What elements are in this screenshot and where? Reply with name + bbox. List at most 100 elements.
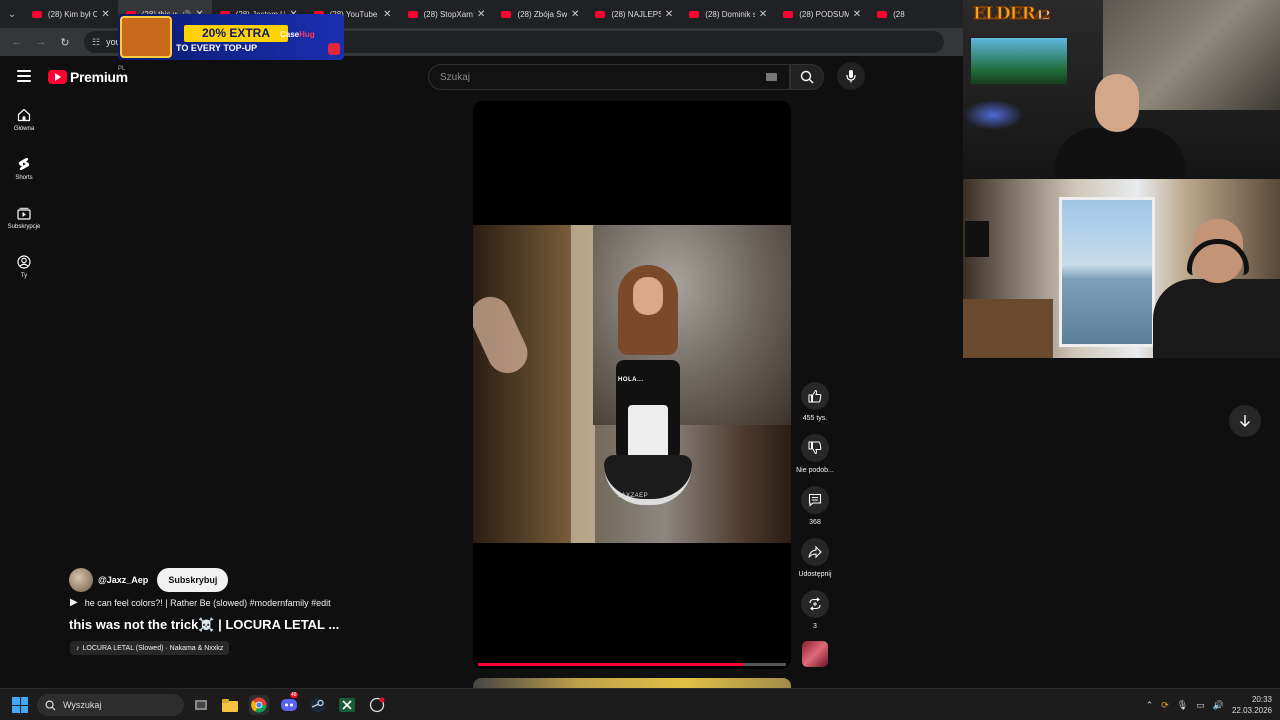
dislike-label: Nie podob... (796, 467, 834, 474)
system-tray: ⌃ ⟳ 🎙 ▭ 🔊 20:33 22.03.2026 (1146, 693, 1272, 717)
close-tab-icon[interactable]: ✕ (571, 9, 579, 20)
shorts-actions: 455 tys. Nie podob... 368 Udostępnij 3 (793, 382, 837, 642)
excel-icon[interactable] (337, 695, 357, 715)
comments-action[interactable]: 368 (793, 486, 837, 538)
remix-action[interactable]: 3 (793, 590, 837, 642)
close-tab-icon[interactable]: ✕ (665, 9, 673, 20)
site-info-icon[interactable]: ☷ (92, 37, 100, 48)
discord-icon[interactable]: 48 (279, 692, 299, 715)
microphone-icon (846, 70, 856, 83)
youtube-favicon-icon (595, 10, 606, 18)
close-tab-icon[interactable]: ✕ (759, 9, 767, 20)
comment-icon (808, 493, 822, 507)
menu-icon[interactable] (17, 70, 31, 82)
youtube-favicon-icon (877, 10, 888, 18)
browser-tab[interactable]: (28) StopXam I ✕ (400, 0, 494, 28)
youtube-favicon-icon (31, 10, 42, 18)
microphone-icon[interactable]: 🎙 (1177, 700, 1188, 711)
ad-brand: Case Hug (280, 30, 340, 55)
arrow-down-icon (1240, 415, 1250, 427)
video-title[interactable]: this was not the trick☠️ | LOCURA LETAL … (69, 617, 339, 633)
profile-icon (17, 255, 31, 269)
shorts-icon (18, 158, 30, 170)
browser-tab[interactable]: (28) Kim był Cl ✕ (24, 0, 118, 28)
sidebar-item-home[interactable]: Główna (0, 100, 48, 149)
sidebar-item-subscriptions[interactable]: Subskrypcje (0, 198, 48, 247)
search-input[interactable]: Szukaj (428, 64, 790, 90)
sound-thumbnail[interactable] (802, 641, 828, 667)
sidebar: Główna Shorts Subskrypcje Ty (0, 100, 48, 296)
search-button[interactable] (790, 64, 824, 90)
tab-search-icon[interactable]: ⌄ (0, 0, 24, 28)
webcam-overlay: ELDER42 (963, 0, 1280, 358)
sidebar-item-shorts[interactable]: Shorts (0, 149, 48, 198)
thumbs-up-icon (808, 389, 822, 403)
youtube-favicon-icon (689, 10, 700, 18)
remix-button[interactable] (801, 590, 829, 618)
browser-tab[interactable]: (28) Dominik s ✕ (681, 0, 775, 28)
chevron-up-icon[interactable]: ⌃ (1146, 700, 1154, 711)
browser-tab[interactable]: (28 (869, 0, 963, 28)
video-description[interactable]: ▶ he can feel colors?! | Rather Be (slow… (70, 597, 331, 608)
browser-tab[interactable]: (28) NAJLEPSZ✕ (587, 0, 681, 28)
like-action[interactable]: 455 tys. (793, 382, 837, 434)
comment-count: 368 (809, 519, 821, 526)
close-tab-icon[interactable]: ✕ (477, 9, 485, 20)
comments-button[interactable] (801, 486, 829, 514)
ad-subtitle: TO EVERY TOP-UP (176, 43, 258, 53)
avatar[interactable] (69, 568, 93, 592)
ad-badge: 20% EXTRA (184, 25, 288, 42)
treasure-chest-icon (120, 16, 172, 58)
brand-logo-icon (328, 43, 340, 55)
shorts-video-player[interactable]: HOLA... JAXZAEP (473, 101, 791, 669)
streamer-camera: ELDER42 (963, 0, 1280, 249)
ad-banner[interactable]: 20% EXTRA TO EVERY TOP-UP Case Hug (118, 14, 344, 60)
video-progress-bar[interactable] (478, 663, 786, 666)
stream-logo: ELDER42 (973, 4, 1051, 25)
screen: ⌄ (28) Kim był Cl✕ (28) this wa🔊✕ (28) J… (0, 0, 1280, 720)
subscribe-button[interactable]: Subskrybuj (157, 568, 229, 592)
next-video-button[interactable] (1229, 405, 1261, 437)
share-button[interactable] (801, 538, 829, 566)
remix-icon (809, 597, 821, 611)
like-button[interactable] (801, 382, 829, 410)
share-action[interactable]: Udostępnij (793, 538, 837, 590)
close-tab-icon[interactable]: ✕ (383, 9, 391, 20)
volume-icon[interactable]: 🔊 (1213, 700, 1224, 711)
chrome-icon[interactable] (249, 695, 269, 715)
video-progress-fill (478, 663, 743, 666)
close-tab-icon[interactable]: ✕ (101, 9, 109, 20)
windows-start-icon[interactable] (12, 697, 28, 713)
network-icon[interactable]: ▭ (1196, 700, 1205, 711)
back-icon[interactable]: ← (6, 31, 28, 53)
browser-tab[interactable]: (28) PODSUMC✕ (775, 0, 869, 28)
app-icon[interactable] (367, 695, 387, 715)
music-chip[interactable]: ♪ LOCURA LETAL (Slowed) · Nakama & Nxxkz (70, 641, 230, 655)
video-frame: HOLA... JAXZAEP (473, 225, 791, 543)
keyboard-icon[interactable] (766, 73, 777, 81)
video-watermark: JAXZAEP (618, 493, 649, 499)
dislike-button[interactable] (801, 434, 829, 462)
task-view-icon[interactable] (191, 695, 211, 715)
youtube-favicon-icon (407, 10, 418, 18)
search-icon (45, 700, 56, 711)
youtube-favicon-icon (501, 10, 512, 18)
steam-icon[interactable] (308, 695, 328, 715)
sidebar-item-you[interactable]: Ty (0, 247, 48, 296)
music-note-icon: ♪ (76, 644, 80, 652)
clock[interactable]: 20:33 22.03.2026 (1232, 694, 1272, 716)
voice-search-button[interactable] (837, 62, 865, 90)
browser-tab[interactable]: (28) Zbója Świ ✕ (493, 0, 587, 28)
youtube-play-icon (48, 70, 67, 84)
file-explorer-icon[interactable] (220, 695, 240, 715)
play-icon: ▶ (70, 597, 78, 608)
forward-icon[interactable]: → (30, 31, 52, 53)
channel-handle[interactable]: @Jaxz_Aep (98, 575, 148, 585)
youtube-premium-logo[interactable]: Premium PL (48, 66, 128, 85)
sync-icon[interactable]: ⟳ (1161, 700, 1169, 711)
taskbar: Wyszukaj 48 ⌃ ⟳ 🎙 ▭ 🔊 20:33 22.03.2026 (0, 688, 1280, 720)
close-tab-icon[interactable]: ✕ (853, 9, 861, 20)
dislike-action[interactable]: Nie podob... (793, 434, 837, 486)
reload-icon[interactable]: ↻ (54, 31, 76, 53)
taskbar-search[interactable]: Wyszukaj (37, 694, 184, 716)
